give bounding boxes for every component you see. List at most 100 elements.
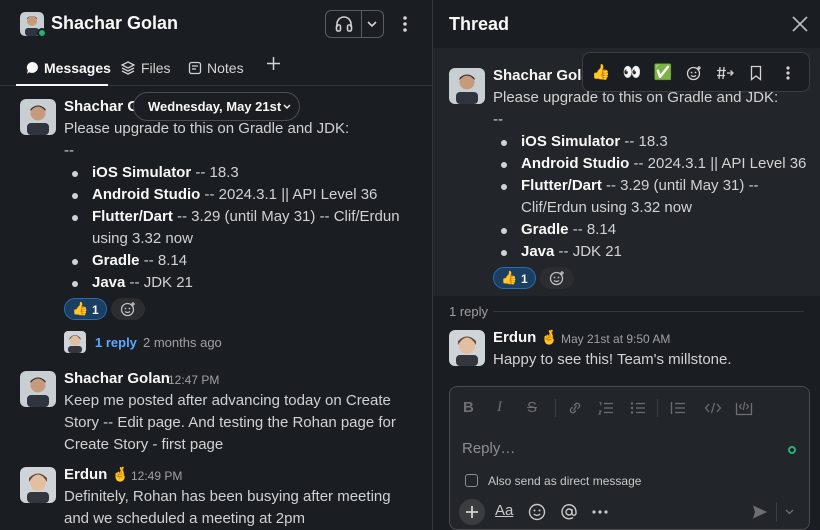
huddle-button[interactable]	[325, 10, 384, 38]
message-author[interactable]: Erdun 🤞	[493, 329, 558, 346]
message-text: Please upgrade to this on Gradle and JDK…	[64, 120, 350, 137]
bullet	[72, 259, 78, 265]
code-icon[interactable]	[704, 401, 722, 415]
thumbs-up-icon: 👍	[501, 270, 518, 285]
message-timestamp[interactable]: 12:47 PM	[168, 373, 219, 387]
bullet	[501, 228, 507, 234]
list-item-value: -- 3.29 (until May 31) -- Clif/Erdun	[172, 208, 400, 225]
toolbar-separator	[776, 502, 777, 522]
save-button[interactable]	[744, 61, 768, 85]
attach-button[interactable]	[459, 499, 485, 525]
tab-messages[interactable]: Messages	[26, 60, 111, 76]
message-text: and we scheduled a meeting at 2pm	[64, 510, 305, 527]
thumbs-up-icon[interactable]: 👍	[589, 61, 613, 85]
list-item: iOS Simulator -- 18.3	[92, 164, 239, 181]
add-reaction-button[interactable]	[682, 61, 706, 85]
list-item: Gradle -- 8.14	[521, 221, 616, 238]
list-item-label: Android Studio	[92, 186, 201, 203]
channel-title[interactable]: Shachar Golan	[51, 13, 178, 34]
checkbox-label: Also send as direct message	[488, 474, 642, 488]
avatar[interactable]	[449, 330, 485, 366]
avatar[interactable]	[20, 467, 56, 503]
avatar[interactable]	[20, 371, 56, 407]
list-item: Android Studio -- 2024.3.1 || API Level …	[521, 155, 806, 172]
ordered-list-icon[interactable]	[598, 401, 614, 415]
send-icon[interactable]	[752, 504, 768, 520]
strikethrough-icon[interactable]: S	[527, 399, 537, 416]
formatting-toggle-icon[interactable]: Aa	[495, 502, 513, 519]
bullet	[72, 215, 78, 221]
list-item-value: -- 3.29 (until May 31) --	[601, 177, 759, 194]
bulleted-list-icon[interactable]	[630, 401, 646, 415]
add-emoji-icon	[120, 302, 135, 317]
list-item: Flutter/Dart -- 3.29 (until May 31) -- C…	[92, 208, 400, 225]
list-item-label: Flutter/Dart	[521, 177, 602, 194]
message-timestamp[interactable]: May 21st at 9:50 AM	[561, 332, 670, 346]
reply-count: 1 reply	[449, 304, 489, 319]
send-as-dm-checkbox[interactable]	[465, 474, 478, 487]
code-block-icon[interactable]	[735, 400, 753, 416]
share-to-channel-button[interactable]	[713, 61, 737, 85]
more-options-icon[interactable]	[592, 510, 608, 514]
notes-icon	[188, 61, 202, 75]
check-mark-icon[interactable]: ✅	[651, 61, 675, 85]
presence-indicator	[37, 28, 47, 38]
mention-icon[interactable]	[560, 503, 578, 521]
message-text: Definitely, Rohan has been busying after…	[64, 488, 391, 505]
reply-count-link[interactable]: 1 reply	[95, 335, 137, 350]
reply-input[interactable]: Reply…	[462, 440, 515, 457]
add-reaction-button[interactable]	[540, 267, 574, 289]
avatar[interactable]	[64, 331, 86, 353]
list-item-value: -- 8.14	[568, 221, 617, 238]
tab-notes[interactable]: Notes	[188, 60, 244, 76]
reaction-thumbs-up[interactable]: 👍 1	[493, 267, 536, 289]
more-options-icon[interactable]	[398, 12, 412, 36]
list-item-value: -- 18.3	[191, 164, 239, 181]
add-tab-button[interactable]	[266, 56, 281, 71]
reaction-count: 1	[92, 303, 99, 317]
chevron-down-icon[interactable]	[785, 509, 794, 515]
layers-icon	[121, 61, 135, 75]
list-item-label: iOS Simulator	[521, 133, 621, 150]
bookmark-icon	[750, 65, 762, 81]
message-actions-toolbar: 👍 👀 ✅	[582, 52, 810, 92]
list-item: Flutter/Dart -- 3.29 (until May 31) --	[521, 177, 759, 194]
toolbar-separator	[555, 399, 556, 417]
list-item-value: -- JDK 21	[554, 243, 622, 260]
message-timestamp[interactable]: 12:49 PM	[131, 469, 182, 483]
add-reaction-button[interactable]	[111, 298, 145, 320]
blockquote-icon[interactable]	[670, 401, 686, 415]
eyes-icon[interactable]: 👀	[620, 61, 644, 85]
message-author[interactable]: Shachar G	[64, 98, 139, 115]
message-text: --	[493, 111, 503, 128]
avatar[interactable]	[449, 68, 485, 104]
date-divider-button[interactable]: Wednesday, May 21st	[133, 92, 300, 121]
reaction-count: 1	[521, 272, 528, 286]
author-name: Erdun	[64, 466, 108, 483]
emoji-icon[interactable]	[528, 503, 546, 521]
reply-composer: B I S Reply… Also send as direct message…	[449, 386, 810, 530]
reaction-thumbs-up[interactable]: 👍 1	[64, 298, 107, 320]
bold-icon[interactable]: B	[463, 399, 474, 416]
tab-files[interactable]: Files	[121, 60, 171, 76]
list-item: Gradle -- 8.14	[92, 252, 187, 269]
list-item: iOS Simulator -- 18.3	[521, 133, 668, 150]
italic-icon[interactable]: I	[497, 399, 502, 416]
list-item-value: -- 2024.3.1 || API Level 36	[200, 186, 378, 203]
message-author[interactable]: Shachar Golan	[64, 370, 170, 387]
chevron-down-icon[interactable]	[367, 21, 377, 28]
toolbar-separator	[657, 399, 658, 417]
list-item-value: -- 18.3	[620, 133, 668, 150]
close-icon[interactable]	[792, 16, 808, 32]
add-emoji-icon	[549, 271, 564, 286]
more-actions-button[interactable]	[776, 61, 800, 85]
link-icon[interactable]	[567, 401, 583, 415]
list-item-continuation: using 3.32 now	[92, 230, 193, 247]
message-author[interactable]: Erdun 🤞	[64, 466, 129, 483]
avatar[interactable]	[20, 99, 56, 135]
author-name: Erdun	[493, 329, 537, 346]
status-dot-icon	[788, 446, 796, 454]
bullet	[501, 140, 507, 146]
list-item-value: -- 8.14	[139, 252, 188, 269]
list-item: Java -- JDK 21	[92, 274, 193, 291]
